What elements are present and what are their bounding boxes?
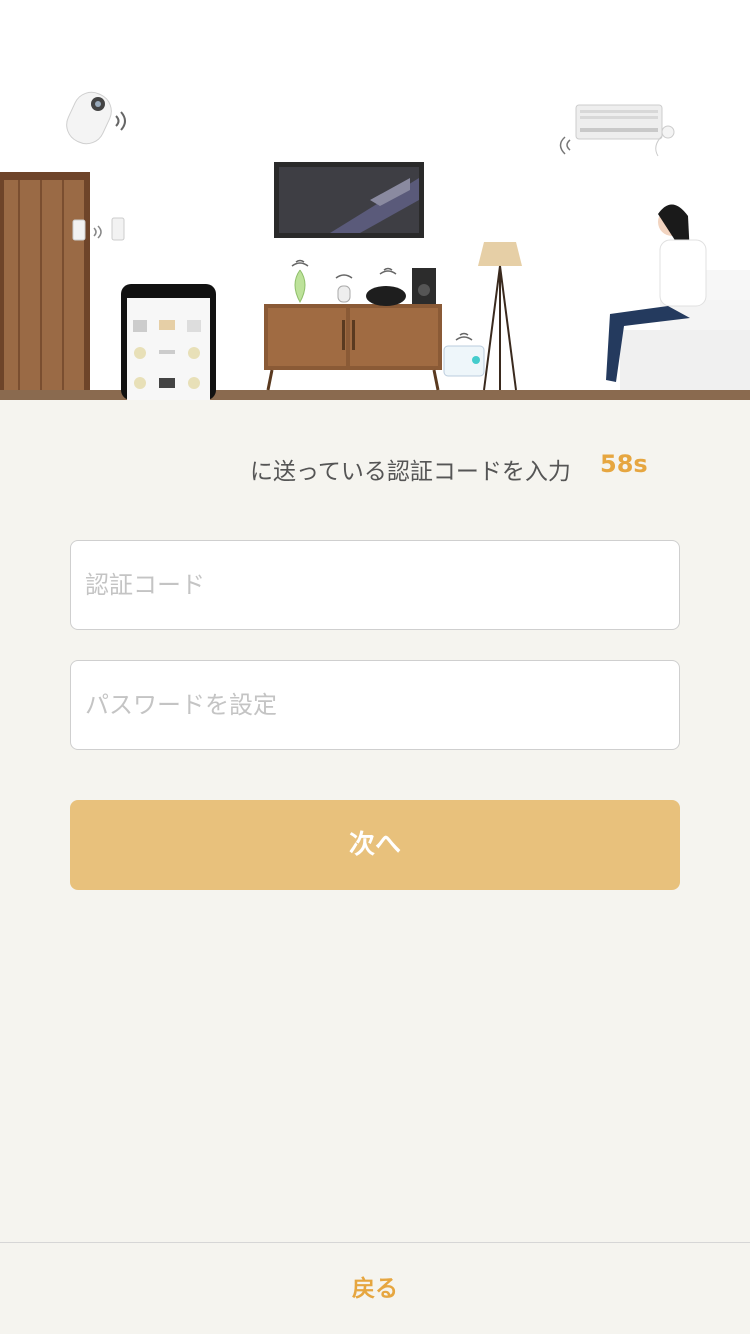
air-conditioner-illustration (559, 104, 675, 157)
floor-lamp-illustration (478, 242, 522, 391)
door-illustration (0, 172, 90, 390)
living-room-scene (0, 91, 750, 400)
television-illustration (274, 162, 424, 238)
countdown-timer: 58s (600, 450, 648, 478)
camera-device-illustration (66, 91, 126, 145)
humidifier-illustration (443, 332, 485, 377)
instruction-message: に送っている認証コードを入力 (250, 459, 571, 485)
floor-strip (0, 390, 750, 400)
verification-code-input[interactable] (85, 541, 665, 629)
person-illustration (606, 204, 750, 390)
next-button[interactable]: 次へ (70, 800, 680, 890)
password-field[interactable] (70, 660, 680, 750)
cabinet-illustration (264, 304, 442, 391)
verification-code-field[interactable] (70, 540, 680, 630)
smartphone-illustration (121, 284, 216, 400)
verification-instruction: に送っている認証コードを入力 58s (0, 448, 750, 488)
smart-devices-illustration (291, 259, 436, 306)
password-input[interactable] (85, 661, 665, 749)
back-button[interactable]: 戻る (0, 1266, 750, 1312)
smart-home-illustration (0, 0, 750, 400)
footer-divider (0, 1242, 750, 1243)
door-sensor-illustration (72, 217, 125, 241)
